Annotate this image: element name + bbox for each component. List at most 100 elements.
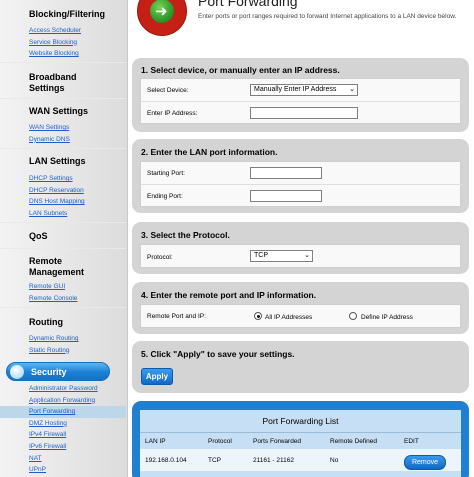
sidebar-item-dynamic-routing[interactable]: Dynamic Routing xyxy=(0,333,126,345)
select-device-value: Manually Enter IP Address xyxy=(254,86,337,93)
starting-port-label: Starting Port: xyxy=(147,170,185,177)
arrow-icon: ➜ xyxy=(150,0,174,23)
sidebar-item-application-forwarding[interactable]: Application Forwarding xyxy=(0,395,126,407)
sidebar-section-lan: LAN Settings xyxy=(0,156,126,167)
cell-ports-forwarded: 21161 - 21162 xyxy=(253,457,294,464)
router-page: Blocking/Filtering Access Scheduler Serv… xyxy=(0,0,474,477)
list-title: Port Forwarding List xyxy=(262,416,339,426)
cell-remote-defined: No xyxy=(330,457,339,464)
sidebar-section-broadband: Broadband Settings xyxy=(0,72,126,94)
port-forwarding-list-panel: Port Forwarding List LAN IP Protocol Por… xyxy=(132,401,469,477)
sidebar-divider xyxy=(0,98,126,99)
sidebar-links-wan: WAN Settings Dynamic DNS xyxy=(0,122,126,145)
sidebar-section-blocking: Blocking/Filtering xyxy=(0,9,126,20)
radio-all-ip-label: All IP Addresses xyxy=(265,314,313,321)
radio-define-ip[interactable] xyxy=(349,312,357,320)
sidebar-item-service-blocking[interactable]: Service Blocking xyxy=(0,37,126,49)
step3-form: Protocol: TCP ⌄ xyxy=(140,244,461,268)
ending-port-row: Ending Port: xyxy=(141,185,462,207)
sidebar-links-remote: Remote GUI Remote Console xyxy=(0,281,126,304)
step5-panel: 5. Click "Apply" to save your settings. xyxy=(132,341,469,393)
sidebar-item-static-routing[interactable]: Static Routing xyxy=(0,345,126,357)
sidebar-heading-remote-2: Management xyxy=(29,267,85,277)
step1-title: 1. Select device, or manually enter an I… xyxy=(141,65,340,75)
sidebar-item-access-scheduler[interactable]: Access Scheduler xyxy=(0,25,126,37)
sidebar-heading-remote-1: Remote xyxy=(29,256,63,266)
sidebar-item-dns-host-mapping[interactable]: DNS Host Mapping xyxy=(0,196,126,208)
cell-lan-ip: 192.168.0.104 xyxy=(145,457,187,464)
sidebar-item-dhcp-settings[interactable]: DHCP Settings xyxy=(0,173,126,185)
sidebar-item-dmz-hosting[interactable]: DMZ Hosting xyxy=(0,418,126,430)
sidebar-item-wan-settings[interactable]: WAN Settings xyxy=(0,122,126,134)
starting-port-row: Starting Port: xyxy=(141,162,462,184)
sidebar-item-remote-console[interactable]: Remote Console xyxy=(0,293,126,305)
step2-title: 2. Enter the LAN port information. xyxy=(141,147,278,157)
sidebar-item-nat[interactable]: NAT xyxy=(0,453,126,465)
sidebar-nav: Blocking/Filtering Access Scheduler Serv… xyxy=(0,0,128,477)
step1-panel: 1. Select device, or manually enter an I… xyxy=(132,58,469,132)
sidebar-section-remote: Remote Management xyxy=(0,256,126,278)
column-header-protocol: Protocol xyxy=(208,438,232,445)
sidebar-links-lan: DHCP Settings DHCP Reservation DNS Host … xyxy=(0,173,126,219)
sidebar-item-ipv6-firewall[interactable]: IPv6 Firewall xyxy=(0,441,126,453)
step5-title: 5. Click "Apply" to save your settings. xyxy=(141,349,295,359)
sidebar-section-qos[interactable]: QoS xyxy=(0,231,126,242)
port-forwarding-logo: ➜ xyxy=(137,0,187,36)
sidebar-heading-broadband-1: Broadband xyxy=(29,72,77,82)
page-description: Enter ports or port ranges required to f… xyxy=(198,13,457,20)
starting-port-input[interactable] xyxy=(250,167,322,179)
sidebar-item-administrator-password[interactable]: Administrator Password xyxy=(0,383,126,395)
remove-button[interactable]: Remove xyxy=(404,455,446,470)
sidebar-section-security[interactable]: Security xyxy=(6,362,110,381)
column-header-edit: EDIT xyxy=(404,438,419,445)
select-device-dropdown[interactable]: Manually Enter IP Address ⌄ xyxy=(250,84,358,96)
column-header-lan-ip: LAN IP xyxy=(145,438,166,445)
arrow-glyph: ➜ xyxy=(155,2,168,20)
column-header-remote-defined: Remote Defined xyxy=(330,438,377,445)
sidebar-heading-wan: WAN Settings xyxy=(29,106,89,116)
step3-panel: 3. Select the Protocol. Protocol: TCP ⌄ xyxy=(132,222,469,274)
ip-address-input[interactable] xyxy=(250,107,358,119)
sidebar-item-remote-gui[interactable]: Remote GUI xyxy=(0,281,126,293)
sidebar-divider xyxy=(0,222,126,223)
sidebar-item-lan-subnets[interactable]: LAN Subnets xyxy=(0,208,126,220)
radio-define-ip-label: Define IP Address xyxy=(361,314,413,321)
sidebar-section-wan: WAN Settings xyxy=(0,106,126,117)
sidebar-links-security: Administrator Password Application Forwa… xyxy=(0,383,126,476)
protocol-label: Protocol: xyxy=(147,254,173,261)
step4-panel: 4. Enter the remote port and IP informat… xyxy=(132,282,469,334)
remote-port-label: Remote Port and IP: xyxy=(147,313,206,320)
sidebar-heading-blocking: Blocking/Filtering xyxy=(29,9,106,19)
sidebar-item-upnp[interactable]: UPnP xyxy=(0,464,126,476)
protocol-value: TCP xyxy=(254,252,268,259)
select-device-row: Select Device: Manually Enter IP Address… xyxy=(141,79,462,101)
port-forwarding-list: Port Forwarding List LAN IP Protocol Por… xyxy=(140,410,461,477)
cell-protocol: TCP xyxy=(208,457,221,464)
sidebar-links-routing: Dynamic Routing Static Routing xyxy=(0,333,126,356)
table-row: 192.168.0.104 TCP 21161 - 21162 No Remov… xyxy=(140,449,461,471)
chevron-down-icon: ⌄ xyxy=(349,86,355,93)
sidebar-section-routing: Routing xyxy=(0,317,126,328)
step2-form: Starting Port: Ending Port: xyxy=(140,161,462,207)
radio-all-ip[interactable] xyxy=(254,312,262,320)
main-content: ➜ Port Forwarding Enter ports or port ra… xyxy=(128,0,474,477)
ending-port-label: Ending Port: xyxy=(147,193,183,200)
page-title: Port Forwarding xyxy=(198,0,298,9)
sidebar-item-website-blocking[interactable]: Website Blocking xyxy=(0,48,126,60)
sidebar-item-dynamic-dns[interactable]: Dynamic DNS xyxy=(0,134,126,146)
sidebar-item-port-forwarding[interactable]: Port Forwarding xyxy=(0,406,126,418)
ip-address-label: Enter IP Address: xyxy=(147,110,198,117)
apply-button[interactable]: Apply xyxy=(141,368,173,385)
step2-panel: 2. Enter the LAN port information. Start… xyxy=(132,139,469,213)
sidebar-heading-broadband-2: Settings xyxy=(29,83,65,93)
sidebar-item-dhcp-reservation[interactable]: DHCP Reservation xyxy=(0,185,126,197)
sidebar-heading-qos[interactable]: QoS xyxy=(0,231,126,242)
protocol-dropdown[interactable]: TCP ⌄ xyxy=(250,250,313,262)
sidebar-divider xyxy=(0,307,126,308)
sidebar-heading-routing: Routing xyxy=(29,317,63,327)
sidebar-heading-security: Security xyxy=(31,367,67,377)
chevron-down-icon: ⌄ xyxy=(304,252,310,259)
ending-port-input[interactable] xyxy=(250,190,322,202)
security-globe-icon xyxy=(10,365,24,379)
sidebar-item-ipv4-firewall[interactable]: IPv4 Firewall xyxy=(0,429,126,441)
